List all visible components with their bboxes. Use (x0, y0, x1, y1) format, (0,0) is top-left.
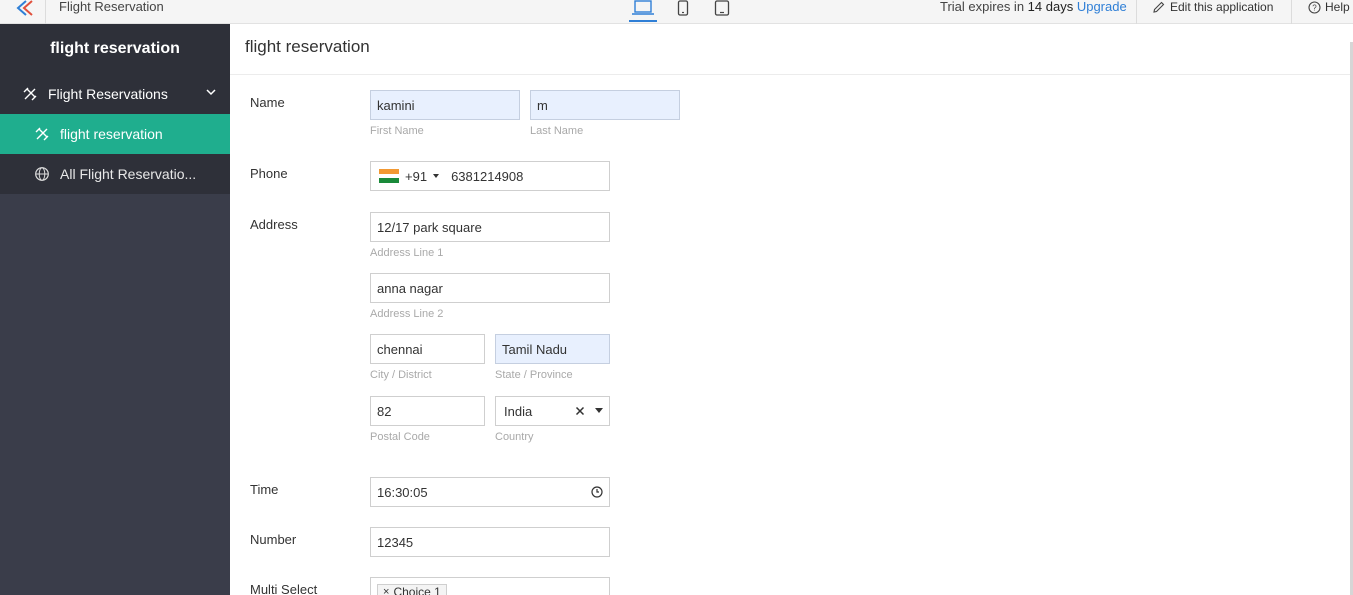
name-label: Name (250, 95, 285, 110)
sidebar-item-label: All Flight Reservatio... (60, 166, 197, 182)
edit-application-label: Edit this application (1170, 0, 1274, 14)
form-icon (34, 126, 50, 142)
city-value: chennai (377, 341, 423, 357)
sidebar-item-label: flight reservation (60, 126, 163, 142)
trial-notice: Trial expires in 14 days Upgrade (940, 0, 1127, 14)
address-label: Address (250, 217, 298, 232)
phone-country-code[interactable]: +91 (405, 169, 427, 184)
address-line1-input[interactable]: 12/17 park square (370, 212, 610, 242)
number-value: 12345 (377, 534, 414, 550)
sidebar-item-all-flight-reservations[interactable]: All Flight Reservatio... (0, 154, 230, 194)
globe-icon (34, 166, 50, 182)
phone-icon (677, 0, 689, 16)
phone-number-value: 6381214908 (451, 168, 524, 184)
last-name-value: m (537, 97, 548, 113)
time-value: 16:30:05 (377, 484, 428, 500)
app-title: Flight Reservation (59, 0, 164, 14)
state-hint: State / Province (495, 369, 573, 381)
sidebar-section-label: Flight Reservations (48, 86, 168, 102)
trial-prefix: Trial expires in (940, 0, 1028, 14)
last-name-hint: Last Name (530, 125, 584, 137)
sidebar-item-flight-reservation[interactable]: flight reservation (0, 114, 230, 154)
help-label: Help (1325, 0, 1350, 14)
selected-choice-chip[interactable]: × Choice 1 (377, 584, 447, 595)
tablet-view-button[interactable] (712, 0, 732, 22)
country-hint: Country (495, 431, 534, 443)
country-select[interactable]: India (495, 396, 610, 426)
address-line1-value: 12/17 park square (377, 219, 482, 235)
help-icon: ? (1308, 0, 1321, 14)
clock-icon[interactable] (591, 486, 603, 498)
last-name-input[interactable]: m (530, 90, 680, 120)
number-label: Number (250, 532, 297, 547)
postal-code-value: 82 (377, 403, 392, 419)
first-name-input[interactable]: kamini (370, 90, 520, 120)
remove-choice-icon[interactable]: × (383, 586, 389, 595)
chevron-down-icon (206, 89, 216, 96)
postal-code-hint: Postal Code (370, 431, 430, 443)
tablet-icon (714, 0, 730, 16)
state-value: Tamil Nadu (502, 341, 568, 357)
sidebar-section-flight-reservations[interactable]: Flight Reservations (0, 74, 230, 114)
city-hint: City / District (370, 369, 432, 381)
india-flag-icon[interactable] (379, 169, 399, 184)
mobile-view-button[interactable] (674, 0, 692, 22)
sidebar-brand: flight reservation (0, 24, 230, 74)
country-code-dropdown-icon[interactable] (433, 174, 440, 178)
country-value: India (504, 403, 533, 419)
multi-select-label: Multi Select (250, 582, 318, 595)
trial-days: 14 days (1027, 0, 1074, 14)
desktop-view-button[interactable] (629, 0, 657, 22)
phone-label: Phone (250, 166, 288, 181)
form-icon (22, 86, 38, 102)
pencil-icon (1153, 1, 1165, 13)
topbar-divider (1136, 0, 1137, 24)
address-line1-hint: Address Line 1 (370, 247, 444, 259)
multi-select-input[interactable]: × Choice 1 (370, 577, 610, 595)
laptop-icon (632, 0, 654, 15)
first-name-value: kamini (377, 97, 415, 113)
help-button[interactable]: ? Help (1308, 0, 1350, 14)
address-line2-hint: Address Line 2 (370, 308, 444, 320)
number-input[interactable]: 12345 (370, 527, 610, 557)
state-input[interactable]: Tamil Nadu (495, 334, 610, 364)
postal-code-input[interactable]: 82 (370, 396, 485, 426)
selected-choice-label: Choice 1 (393, 585, 441, 595)
top-bar: Flight Reservation Trial expires in 14 d… (0, 0, 1353, 24)
page-title: flight reservation (245, 37, 370, 56)
time-input[interactable]: 16:30:05 (370, 477, 610, 507)
address-line2-input[interactable]: anna nagar (370, 273, 610, 303)
time-label: Time (250, 482, 279, 497)
back-logo-icon[interactable] (14, 0, 36, 16)
first-name-hint: First Name (370, 125, 424, 137)
sidebar: flight reservation Flight Reservations f… (0, 24, 230, 595)
chevron-down-icon[interactable] (595, 408, 603, 414)
address-line2-value: anna nagar (377, 280, 443, 296)
upgrade-link[interactable]: Upgrade (1077, 0, 1127, 14)
svg-text:?: ? (1312, 3, 1317, 12)
title-divider (230, 74, 1353, 75)
phone-input[interactable]: +91 6381214908 (370, 161, 610, 191)
main-content: flight reservation Name kamini First Nam… (230, 24, 1353, 595)
city-input[interactable]: chennai (370, 334, 485, 364)
edit-application-button[interactable]: Edit this application (1153, 0, 1273, 14)
topbar-divider (1291, 0, 1292, 24)
topbar-divider (45, 0, 46, 24)
clear-icon[interactable] (575, 406, 585, 416)
